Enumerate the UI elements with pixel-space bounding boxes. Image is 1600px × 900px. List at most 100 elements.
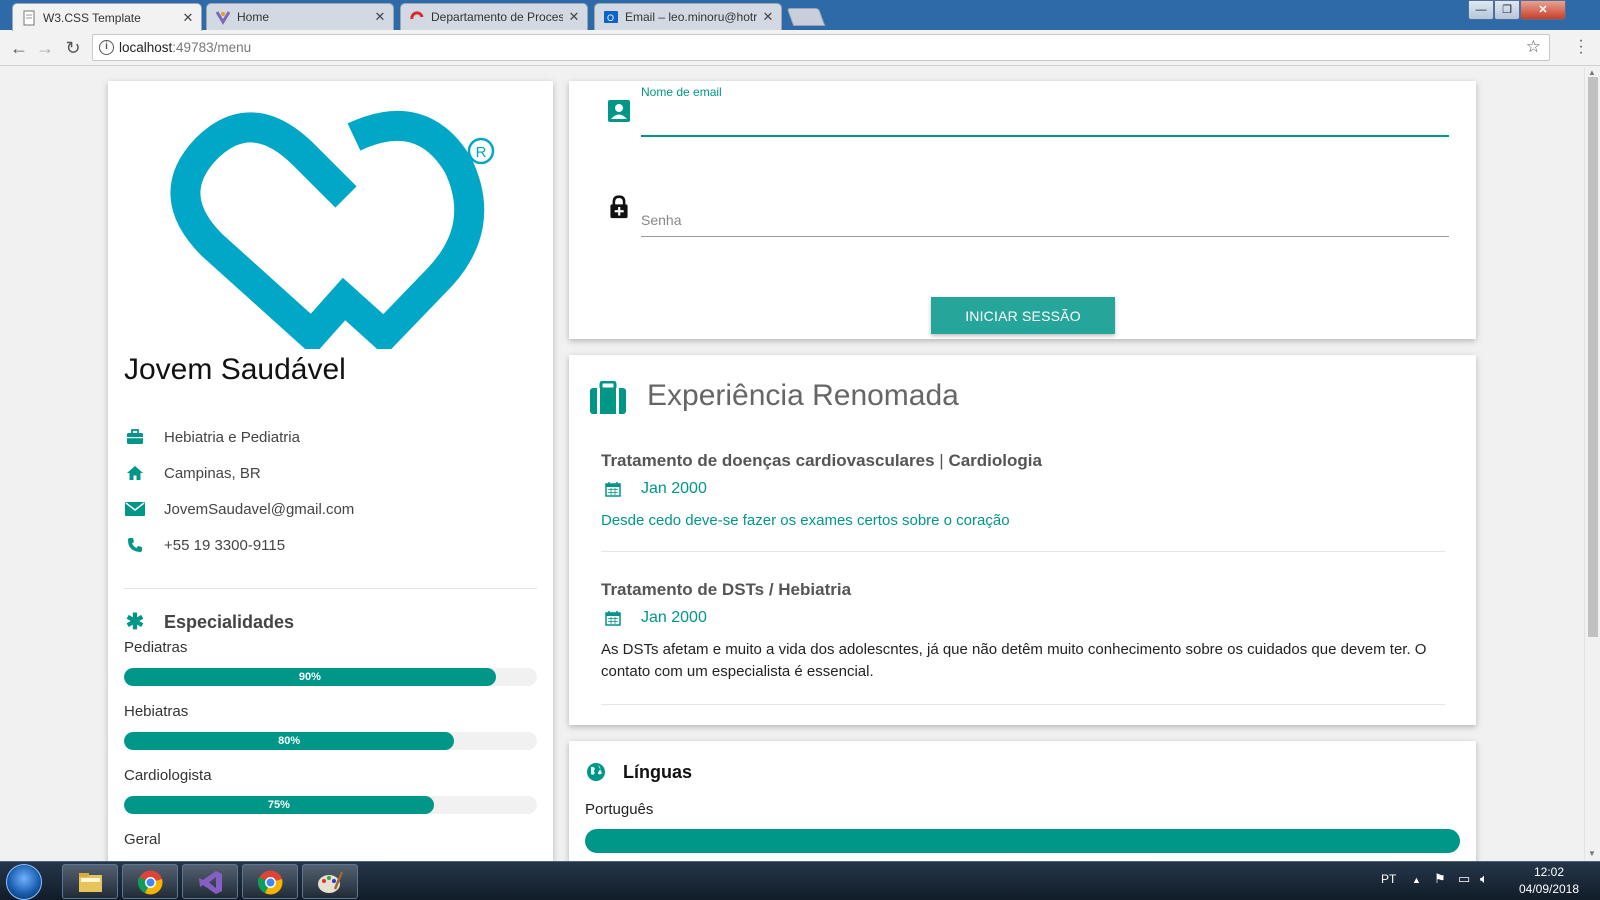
language-bar (585, 829, 1460, 853)
page-viewport: R Jovem Saudável Hebiatria e Pediatria C… (0, 67, 1584, 861)
envelope-icon (124, 498, 146, 520)
lock-icon (610, 195, 628, 219)
reload-icon: ↻ (65, 38, 81, 58)
login-card: Nome de email INICIAR SESSÃO (569, 81, 1476, 339)
skill-bar-fill: 80% (124, 732, 455, 750)
location-text: Campinas, BR (164, 464, 261, 482)
outlook-icon: O (603, 9, 619, 25)
browser-tab-strip: W3.CSS Template ✕ Home ✕ Departamento de… (0, 0, 1600, 31)
chrome-icon (257, 870, 283, 895)
tab-title: Home (237, 10, 270, 24)
scroll-up-icon[interactable]: ▲ (1588, 68, 1596, 77)
divider (601, 551, 1445, 552)
job-title: Tratamento de doenças cardiovasculares |… (601, 451, 1445, 471)
languages-card: Línguas Português (569, 741, 1476, 861)
close-icon[interactable]: ✕ (373, 9, 387, 25)
home-icon (124, 462, 146, 484)
taskbar-explorer[interactable] (62, 864, 118, 899)
job-title-separator: | (939, 451, 944, 470)
close-icon[interactable]: ✕ (567, 9, 581, 25)
star-icon[interactable]: ☆ (1526, 37, 1541, 57)
back-button[interactable]: ← (8, 37, 30, 59)
keyboard-language[interactable]: PT (1381, 872, 1396, 886)
languages-heading: Línguas (585, 761, 692, 783)
profile-card: R Jovem Saudável Hebiatria e Pediatria C… (108, 81, 553, 861)
profile-name: Jovem Saudável (124, 353, 346, 386)
taskbar-paint[interactable] (302, 864, 358, 899)
tab-email[interactable]: O Email – leo.minoru@hotr ✕ (594, 3, 782, 30)
close-icon[interactable]: ✕ (181, 10, 195, 26)
password-field[interactable] (641, 203, 1449, 237)
info-email: JovemSaudavel@gmail.com (124, 498, 354, 520)
job-description: Desde cedo deve-se fazer os exames certo… (601, 512, 1010, 529)
experience-title: Experiência Renomada (647, 379, 959, 412)
asterisk-icon: ✱ (125, 609, 145, 634)
calendar-icon (605, 482, 621, 497)
job-date: Jan 2000 (601, 609, 1445, 627)
window-close-button[interactable]: ✕ (1520, 0, 1566, 20)
job-title-main: Tratamento de doenças cardiovasculares (601, 451, 935, 470)
email-text: JovemSaudavel@gmail.com (164, 500, 355, 518)
address-bar[interactable]: i localhost:49783/menu ☆ (92, 34, 1550, 61)
forward-button[interactable]: → (34, 37, 56, 59)
network-icon[interactable]: ▭ (1458, 871, 1470, 887)
registered-mark: R (476, 144, 487, 161)
volume-icon[interactable]: 🔈︎ (1480, 871, 1488, 887)
skill-label: Hebiatras (124, 703, 189, 720)
skill-bar-track: 75% (124, 796, 537, 814)
info-icon[interactable]: i (99, 40, 114, 55)
restore-button[interactable]: ❐ (1494, 0, 1520, 20)
page-icon (21, 10, 37, 26)
job-title: Tratamento de DSTs / Hebiatria (601, 580, 1445, 600)
app-icon (215, 9, 231, 25)
url-text[interactable]: localhost:49783/menu (119, 40, 251, 55)
arrow-right-icon: → (36, 38, 54, 58)
email-label: Nome de email (641, 85, 722, 99)
job-entry: Tratamento de doenças cardiovasculares |… (601, 451, 1445, 532)
arrow-left-icon: ← (10, 38, 28, 58)
minimize-button[interactable]: — (1468, 0, 1494, 20)
visual-studio-icon (199, 871, 222, 894)
skill-label: Cardiologista (124, 767, 212, 784)
close-icon[interactable]: ✕ (761, 9, 775, 25)
page-scrollbar[interactable]: ▲ ▼ (1584, 67, 1600, 861)
taskbar-chrome[interactable] (122, 864, 178, 899)
job-date: Jan 2000 (601, 480, 1445, 498)
chrome-icon (137, 870, 163, 895)
flag-icon[interactable]: ⚑ (1434, 871, 1446, 887)
login-button[interactable]: INICIAR SESSÃO (931, 297, 1115, 334)
tab-departamento[interactable]: Departamento de Proces ✕ (400, 3, 588, 30)
reload-button[interactable]: ↻ (62, 37, 84, 59)
tab-title: W3.CSS Template (43, 10, 141, 25)
info-location: Campinas, BR (124, 462, 261, 484)
taskbar-visual-studio[interactable] (182, 864, 238, 899)
clock-time[interactable]: 12:02 (1519, 865, 1579, 879)
start-button[interactable] (6, 864, 42, 900)
tray-expand-icon[interactable]: ▲ (1412, 875, 1421, 885)
tab-title: Email – leo.minoru@hotr (625, 10, 757, 24)
taskbar-chrome-2[interactable] (242, 864, 298, 899)
suitcase-icon (590, 381, 626, 414)
email-field[interactable] (641, 103, 1449, 137)
tab-home[interactable]: Home ✕ (206, 3, 394, 30)
skill-label: Geral (124, 831, 161, 848)
folder-icon (79, 873, 102, 892)
new-tab-button[interactable] (786, 8, 826, 26)
contact-icon (608, 100, 630, 122)
clock-date[interactable]: 04/09/2018 (1507, 882, 1591, 896)
scroll-down-icon[interactable]: ▼ (1588, 849, 1596, 858)
heart-logo: R (170, 110, 495, 349)
job-date-text: Jan 2000 (641, 609, 707, 626)
phone-icon (124, 534, 146, 556)
info-specialty: Hebiatria e Pediatria (124, 426, 300, 448)
job-entry: Tratamento de DSTs / Hebiatria Jan 2000 … (601, 580, 1445, 683)
info-phone: +55 19 3300-9115 (124, 534, 285, 556)
scrollbar-thumb[interactable] (1588, 77, 1598, 637)
briefcase-icon (124, 426, 146, 448)
kebab-menu-icon[interactable]: · · · (1576, 33, 1586, 61)
app-icon (409, 9, 425, 25)
languages-title: Línguas (623, 761, 693, 782)
windows-taskbar: PT ▲ ⚑ ▭ 🔈︎ 12:02 04/09/2018 (0, 861, 1600, 900)
skill-bar-fill: 90% (124, 668, 496, 686)
tab-w3css-template[interactable]: W3.CSS Template ✕ (12, 3, 202, 31)
